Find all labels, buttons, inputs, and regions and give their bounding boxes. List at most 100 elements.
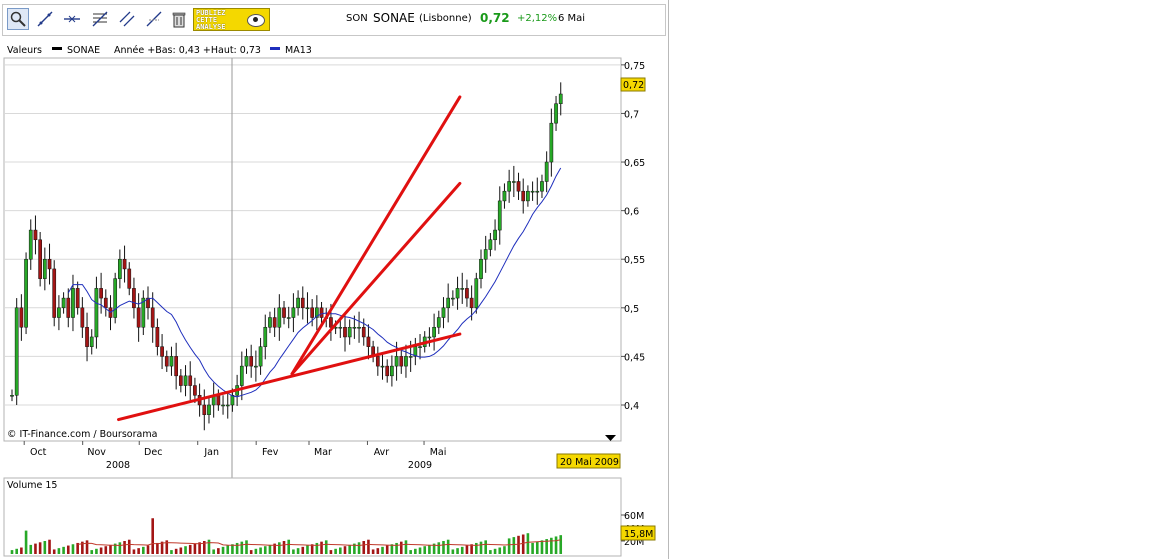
candle-body [310, 307, 315, 318]
candle-body [239, 365, 244, 386]
candle-body [511, 181, 516, 183]
candle-body [19, 307, 24, 328]
candle-body [183, 375, 188, 386]
publish-analysis-button[interactable]: PUBLIEZ CETTE ANALYSE [193, 8, 270, 31]
volume-bar [207, 539, 211, 554]
candle-body [28, 229, 33, 260]
candle-body [338, 326, 343, 329]
price-chart[interactable]: Valeurs SONAE Année +Bas: 0,43 +Haut: 0,… [0, 38, 668, 559]
volume-bar [137, 548, 140, 554]
candle-body [526, 190, 530, 202]
last-price-tag-text: 0,72 [623, 80, 644, 91]
trash-icon [172, 12, 186, 28]
candle-body [89, 336, 94, 347]
volume-bar [479, 541, 483, 554]
volume-bar [371, 549, 375, 554]
candle-body [554, 103, 558, 124]
volume-bar [15, 548, 18, 554]
volume-bar [315, 542, 319, 554]
candle-body [136, 307, 141, 328]
volume-bar [104, 546, 108, 554]
candle-body [268, 317, 272, 328]
volume-bar [339, 547, 342, 554]
legend-series-swatch [52, 47, 62, 50]
candle-body [94, 288, 99, 338]
volume-bar [399, 541, 403, 554]
fibonacci-tool[interactable] [89, 8, 111, 30]
volume-bar [282, 541, 286, 554]
volume-bar [287, 539, 291, 554]
draw-line-tool[interactable] [34, 8, 56, 30]
candle-body [455, 288, 460, 299]
date-tag-text: 20 Mai 2009 [560, 457, 619, 468]
volume-bar [156, 542, 159, 554]
volume-bar [52, 549, 56, 554]
volume-label: Volume 15 [7, 480, 57, 491]
candle-body [399, 356, 404, 367]
volume-bar [127, 539, 131, 554]
x-month-label: Dec [144, 447, 162, 458]
volume-bar [531, 542, 534, 554]
quote-change: +2,12% [517, 13, 558, 24]
candle-body [272, 317, 277, 328]
volume-bar [292, 549, 295, 554]
x-month-label: Oct [30, 447, 47, 458]
candle-body [24, 258, 28, 328]
candle-body [343, 326, 347, 338]
candle-body [277, 307, 282, 328]
candle-body [75, 288, 80, 309]
volume-bar [62, 546, 65, 554]
x-year-label: 2009 [408, 460, 432, 471]
y-tick-label: 0,4 [624, 401, 639, 412]
volume-bar [132, 549, 136, 554]
volume-bar [475, 542, 478, 554]
delete-tool[interactable] [168, 8, 190, 30]
volume-bar [540, 540, 544, 554]
candle-body [446, 297, 451, 309]
volume-bar [535, 541, 539, 554]
volume-bar [109, 544, 112, 554]
volume-bar [38, 542, 42, 554]
candle-body [85, 326, 89, 347]
volume-tick-label: 60M [624, 511, 644, 522]
candle-body [493, 229, 497, 241]
candle-body [221, 404, 225, 407]
slope-tool[interactable] [143, 8, 165, 30]
volume-bar [357, 542, 361, 554]
volume-bar [418, 547, 422, 554]
y-tick-label: 0,75 [624, 61, 645, 72]
candle-body [394, 356, 399, 367]
candle-body [164, 356, 169, 367]
parallel-lines-icon [119, 11, 135, 27]
volume-bar [324, 540, 328, 554]
x-month-label: Avr [374, 447, 390, 458]
volume-bar [367, 539, 370, 554]
volume-bar [43, 541, 47, 554]
candle-body [249, 356, 254, 367]
volume-bar [442, 541, 445, 554]
y-tick-label: 0,45 [624, 352, 645, 363]
horizontal-line-tool[interactable] [61, 8, 83, 30]
candle-body [160, 346, 164, 357]
candle-body [71, 288, 75, 318]
candle-body [483, 249, 488, 260]
quote-date: 6 Mai [558, 13, 586, 24]
volume-bar [428, 544, 431, 554]
candle-body [10, 395, 14, 397]
candle-body [155, 326, 160, 347]
zoom-tool[interactable] [7, 8, 29, 30]
candle-body [254, 365, 258, 368]
candle-body [432, 326, 436, 338]
volume-bar [254, 548, 258, 554]
parallel-lines-tool[interactable] [116, 8, 138, 30]
volume-bar [240, 541, 244, 554]
volume-bar [550, 537, 553, 554]
candle-body [469, 297, 474, 309]
candle-body [230, 395, 235, 406]
legend-ma-name: MA13 [285, 45, 312, 56]
candle-body [42, 258, 47, 279]
candle-body [352, 326, 357, 329]
volume-last-tag-text: 15,8M [624, 529, 653, 540]
candle-body [202, 404, 207, 415]
candle-body [451, 297, 455, 300]
